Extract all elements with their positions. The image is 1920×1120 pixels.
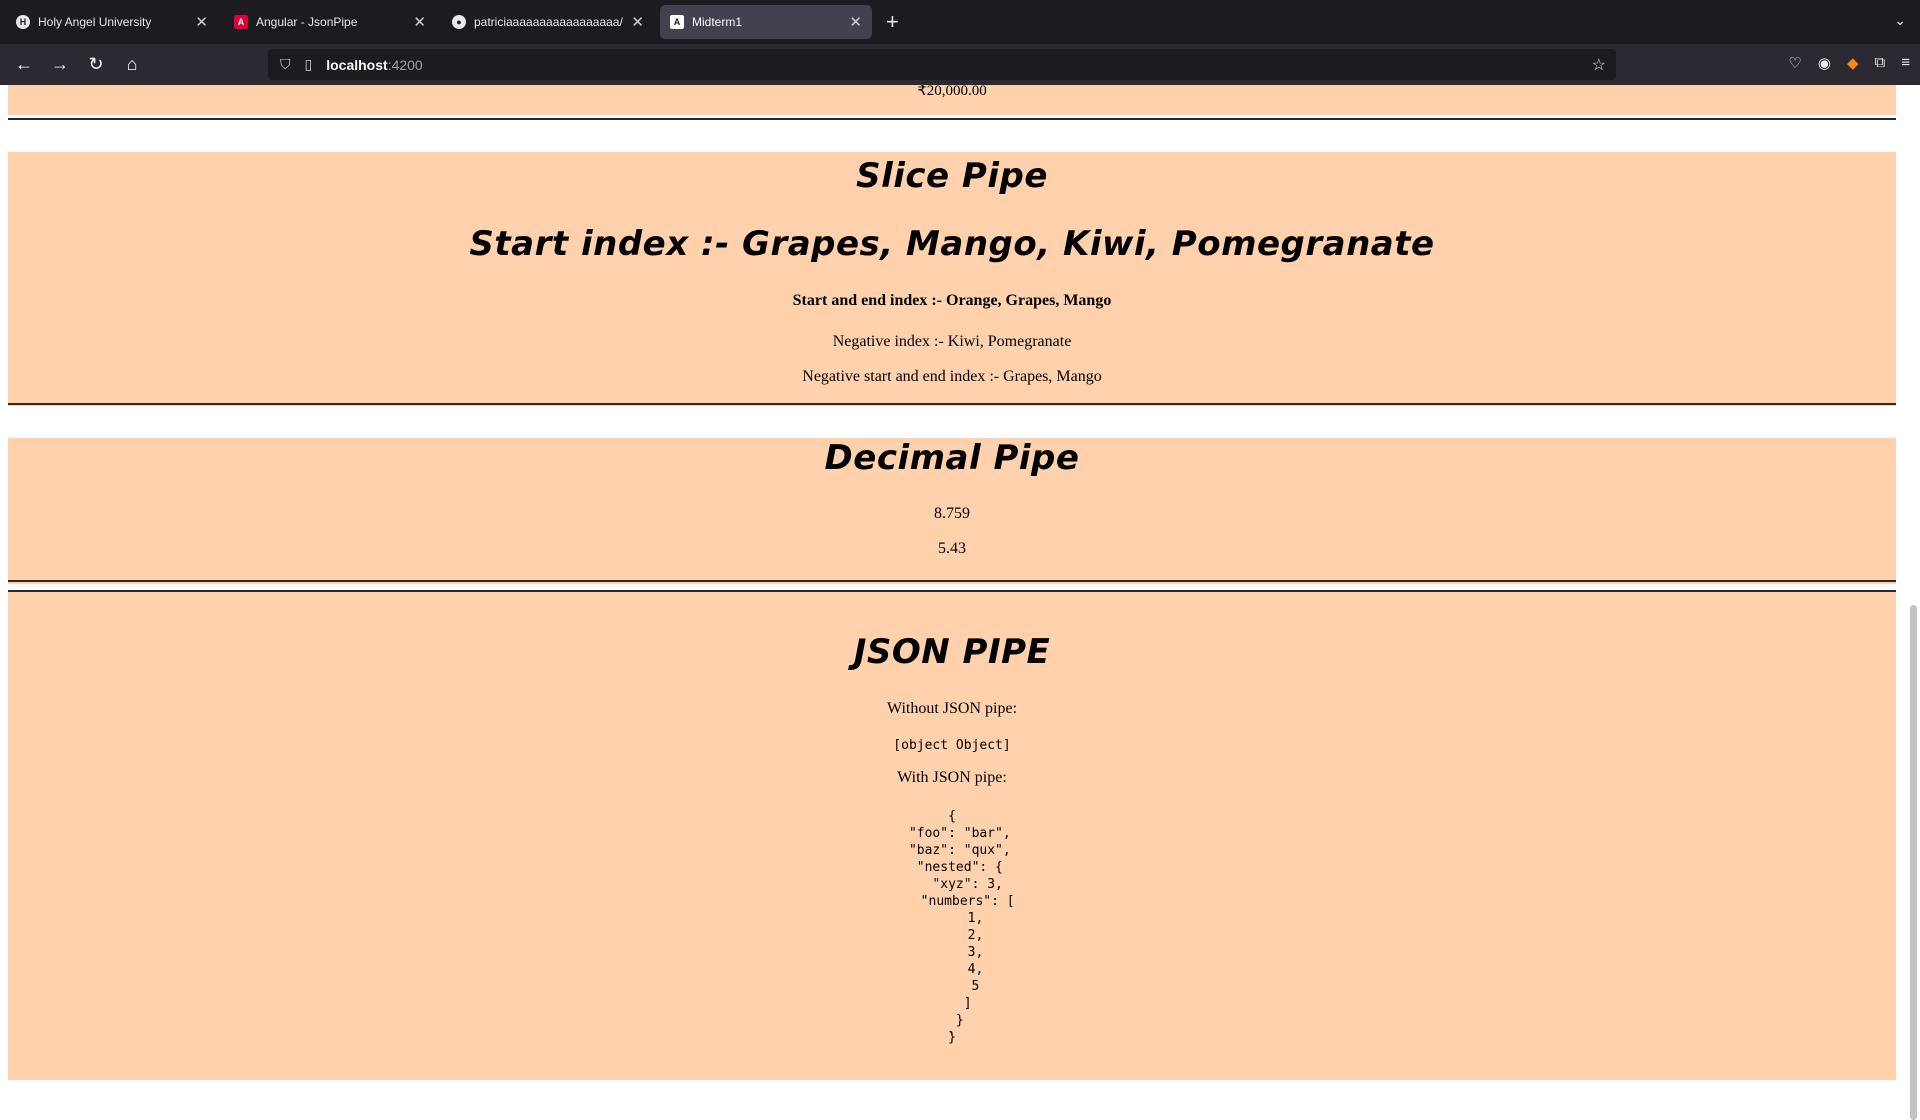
slice-negative-index: Negative index :- Kiwi, Pomegranate <box>832 333 1072 350</box>
tab-label: Holy Angel University <box>38 15 152 29</box>
slice-start-index: Start index :- Grapes, Mango, Kiwi, Pome… <box>469 224 1435 264</box>
json-pipe-section: JSON PIPE Without JSON pipe: [object Obj… <box>8 592 1896 1080</box>
tab-bar: H Holy Angel University ✕ A Angular - Js… <box>0 0 1920 44</box>
hau-favicon-icon: H <box>16 15 30 29</box>
decimal-pipe-title: Decimal Pipe <box>824 438 1080 478</box>
json-with-label: With JSON pipe: <box>897 769 1007 786</box>
decimal-pipe-section: Decimal Pipe 8.759 5.43 <box>8 438 1896 584</box>
new-tab-plus-icon[interactable]: + <box>886 11 899 33</box>
angular-favicon-icon: A <box>670 15 684 29</box>
slice-start-end-index: Start and end index :- Orange, Grapes, M… <box>792 292 1112 309</box>
json-pipe-title: JSON PIPE <box>853 632 1051 672</box>
tab-label: patriciaaaaaaaaaaaaaaaaa/217 <box>474 15 623 29</box>
decimal-value-2: 5.43 <box>938 540 966 557</box>
currency-value: ₹20,000.00 <box>917 85 987 99</box>
angular-favicon-icon: A <box>234 15 248 29</box>
account-icon[interactable]: ◉ <box>1818 54 1831 72</box>
tab-midterm1[interactable]: A Midterm1 ✕ <box>660 5 872 39</box>
nav-bar: ← → ↻ ⌂ ⛉ ▯ localhost:4200 ☆ ♡ ◉ ◆ ⧉ ≡ <box>0 44 1920 85</box>
close-icon[interactable]: ✕ <box>195 13 208 31</box>
slice-pipe-section: Slice Pipe Start index :- Grapes, Mango,… <box>8 152 1896 406</box>
back-arrow-icon[interactable]: ← <box>6 50 42 80</box>
json-trailing-mark: ` <box>948 1032 956 1047</box>
currency-section: ₹20,000.00 <box>8 85 1896 115</box>
bookmark-star-icon[interactable]: ☆ <box>1592 55 1606 75</box>
reload-icon[interactable]: ↻ <box>78 50 114 80</box>
decimal-value-1: 8.759 <box>934 505 970 522</box>
chevron-down-icon[interactable]: ⌄ <box>1894 12 1906 29</box>
divider <box>8 580 1896 582</box>
pocket-icon[interactable]: ♡ <box>1788 54 1801 72</box>
json-with-value: { "foo": "bar", "baz": "qux", "nested": … <box>908 809 1015 1045</box>
metamask-fox-icon[interactable]: ◆ <box>1847 54 1859 72</box>
divider <box>8 403 1896 405</box>
close-icon[interactable]: ✕ <box>413 13 426 31</box>
divider <box>8 118 1896 120</box>
shield-icon[interactable]: ⛉ <box>280 56 291 73</box>
slice-pipe-title: Slice Pipe <box>856 156 1048 196</box>
json-without-label: Without JSON pipe: <box>886 700 1018 717</box>
scrollbar-thumb[interactable] <box>1910 605 1917 1120</box>
close-icon[interactable]: ✕ <box>631 13 644 31</box>
url-port: :4200 <box>387 56 423 73</box>
address-bar[interactable]: ⛉ ▯ localhost:4200 ☆ <box>268 49 1616 80</box>
page-scrollbar[interactable] <box>1906 85 1920 1120</box>
github-favicon-icon: ● <box>452 15 466 29</box>
close-icon[interactable]: ✕ <box>849 13 862 31</box>
forward-arrow-icon[interactable]: → <box>42 50 78 80</box>
home-icon[interactable]: ⌂ <box>114 50 150 80</box>
menu-hamburger-icon[interactable]: ≡ <box>1901 54 1910 72</box>
page-viewport: ₹20,000.00 Slice Pipe Start index :- Gra… <box>0 85 1920 1080</box>
slice-negative-start-end: Negative start and end index :- Grapes, … <box>802 368 1102 385</box>
tab-label: Angular - JsonPipe <box>256 15 358 29</box>
tab-holy-angel[interactable]: H Holy Angel University ✕ <box>6 5 218 39</box>
extensions-puzzle-icon[interactable]: ⧉ <box>1875 54 1886 72</box>
page-info-icon[interactable]: ▯ <box>305 56 313 73</box>
tab-angular-jsonpipe[interactable]: A Angular - JsonPipe ✕ <box>224 5 436 39</box>
tab-github[interactable]: ● patriciaaaaaaaaaaaaaaaaa/217 ✕ <box>442 5 654 39</box>
url-host: localhost <box>326 56 388 73</box>
json-without-value: [object Object] <box>893 738 1011 753</box>
tab-label: Midterm1 <box>692 15 743 29</box>
toolbar-icons: ♡ ◉ ◆ ⧉ ≡ <box>1788 54 1910 72</box>
